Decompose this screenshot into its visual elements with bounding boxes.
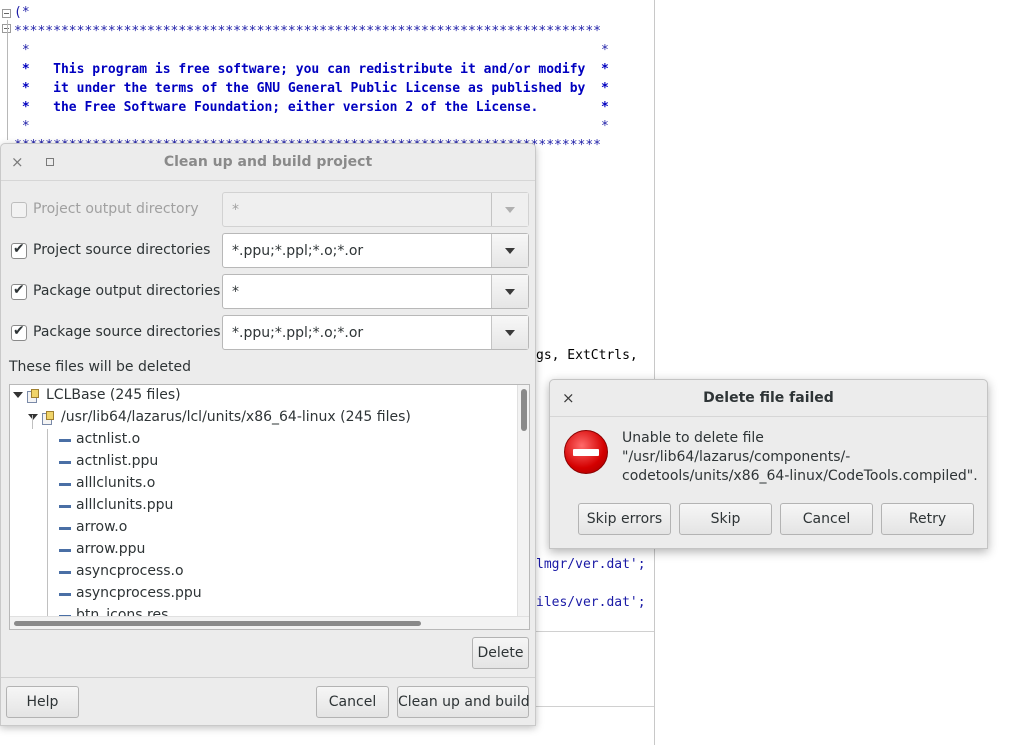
files-tree[interactable]: LCLBase (245 files) /usr/lib64/lazarus/l… xyxy=(9,384,530,630)
expand-arrow-icon[interactable] xyxy=(28,414,38,420)
combo-dropdown-button[interactable] xyxy=(491,275,528,308)
editor-right-margin xyxy=(654,0,655,745)
combo-dropdown-button[interactable] xyxy=(491,234,528,267)
scrollbar-thumb[interactable] xyxy=(14,621,421,626)
combo-value: * xyxy=(232,284,239,300)
skip-button[interactable]: Skip xyxy=(679,503,772,535)
code-line-7: * * xyxy=(14,119,609,134)
file-name: alllclunits.ppu xyxy=(76,497,174,513)
code-fragment-uses: gs, ExtCtrls, xyxy=(536,348,638,363)
error-dialog-titlebar[interactable]: × Delete file failed xyxy=(550,380,987,417)
option-label: Project output directory xyxy=(33,201,199,217)
tree-file[interactable]: arrow.ppu xyxy=(10,539,515,561)
error-message: Unable to delete file "/usr/lib64/lazaru… xyxy=(622,430,978,484)
file-icon xyxy=(59,461,71,464)
tree-file[interactable]: asyncprocess.o xyxy=(10,561,515,583)
combo-value: *.ppu;*.ppl;*.o;*.or xyxy=(232,325,364,341)
clean-up-and-build-button[interactable]: Clean up and build xyxy=(397,686,530,718)
package-output-combo[interactable]: * xyxy=(222,274,529,309)
tree-file[interactable]: arrow.o xyxy=(10,517,515,539)
cleanup-dialog: × Clean up and build project Project out… xyxy=(0,143,536,726)
tree-file[interactable]: actnlist.ppu xyxy=(10,451,515,473)
project-source-checkbox[interactable]: ✔ xyxy=(11,241,27,259)
files-to-delete-label: These files will be deleted xyxy=(9,359,191,375)
file-icon xyxy=(59,439,71,442)
stop-icon xyxy=(564,430,608,474)
file-name: asyncprocess.ppu xyxy=(76,585,202,601)
expand-arrow-icon[interactable] xyxy=(13,392,23,398)
package-source-combo[interactable]: *.ppu;*.ppl;*.o;*.or xyxy=(222,315,529,350)
folder-package-icon xyxy=(42,411,55,426)
code-line-1: (* xyxy=(14,5,30,20)
tree-node-directory[interactable]: /usr/lib64/lazarus/lcl/units/x86_64-linu… xyxy=(10,407,515,429)
tree-file[interactable]: alllclunits.ppu xyxy=(10,495,515,517)
combo-value: *.ppu;*.ppl;*.o;*.or xyxy=(232,243,364,259)
chevron-down-icon xyxy=(505,207,515,213)
dialog-title: Clean up and build project xyxy=(163,154,373,170)
file-icon xyxy=(59,505,71,508)
combo-value: * xyxy=(232,202,239,218)
fold-collapse-icon[interactable] xyxy=(2,9,11,18)
dialog-separator xyxy=(1,677,535,678)
editor-divider xyxy=(536,706,654,707)
help-button[interactable]: Help xyxy=(6,686,79,718)
file-name: asyncprocess.o xyxy=(76,563,184,579)
file-name: arrow.ppu xyxy=(76,541,146,557)
tree-vertical-scrollbar[interactable] xyxy=(517,385,529,617)
combo-dropdown-button[interactable] xyxy=(491,193,528,226)
tree-file[interactable]: actnlist.o xyxy=(10,429,515,451)
retry-button[interactable]: Retry xyxy=(881,503,974,535)
cancel-button[interactable]: Cancel xyxy=(316,686,389,718)
file-icon xyxy=(59,593,71,596)
tree-node-label: LCLBase (245 files) xyxy=(46,387,181,403)
combo-dropdown-button[interactable] xyxy=(491,316,528,349)
file-name: actnlist.ppu xyxy=(76,453,159,469)
scrollbar-thumb[interactable] xyxy=(521,389,527,431)
tree-file[interactable]: asyncprocess.ppu xyxy=(10,583,515,605)
file-name: actnlist.o xyxy=(76,431,141,447)
package-icon xyxy=(27,389,40,404)
fold-guide-line xyxy=(7,20,8,140)
cancel-button[interactable]: Cancel xyxy=(780,503,873,535)
code-fragment-ver-2: iles/ver.dat'; xyxy=(536,595,646,610)
package-output-checkbox[interactable]: ✔ xyxy=(11,282,27,300)
chevron-down-icon xyxy=(505,289,515,295)
skip-errors-button[interactable]: Skip errors xyxy=(578,503,671,535)
code-line-6: * the Free Software Foundation; either v… xyxy=(14,100,609,115)
code-fragment-ver-1: lmgr/ver.dat'; xyxy=(536,557,646,572)
tree-horizontal-scrollbar[interactable] xyxy=(10,616,529,629)
project-output-checkbox[interactable] xyxy=(11,202,27,218)
code-line-2: ****************************************… xyxy=(14,24,601,39)
tree-node-label: /usr/lib64/lazarus/lcl/units/x86_64-linu… xyxy=(61,409,411,425)
option-label: Package output directories xyxy=(33,283,221,299)
editor-divider xyxy=(536,631,654,632)
project-output-combo[interactable]: * xyxy=(222,192,529,227)
tree-guide-line xyxy=(32,415,33,429)
file-icon xyxy=(59,483,71,486)
cleanup-dialog-titlebar[interactable]: × Clean up and build project xyxy=(1,144,535,181)
package-source-checkbox[interactable]: ✔ xyxy=(11,323,27,341)
check-icon: ✔ xyxy=(13,323,25,339)
file-icon xyxy=(59,527,71,530)
file-name: arrow.o xyxy=(76,519,128,535)
file-icon xyxy=(59,571,71,574)
file-name: alllclunits.o xyxy=(76,475,156,491)
check-icon: ✔ xyxy=(13,282,25,298)
code-line-3: * * xyxy=(14,43,609,58)
file-icon xyxy=(59,549,71,552)
tree-node-root[interactable]: LCLBase (245 files) xyxy=(10,385,515,407)
delete-failed-dialog: × Delete file failed Unable to delete fi… xyxy=(549,379,988,549)
chevron-down-icon xyxy=(505,330,515,336)
tree-file[interactable]: alllclunits.o xyxy=(10,473,515,495)
code-line-5: * it under the terms of the GNU General … xyxy=(14,81,609,96)
project-source-combo[interactable]: *.ppu;*.ppl;*.o;*.or xyxy=(222,233,529,268)
option-label: Project source directories xyxy=(33,242,211,258)
dialog-title: Delete file failed xyxy=(703,390,834,406)
code-line-4: * This program is free software; you can… xyxy=(14,62,609,77)
chevron-down-icon xyxy=(505,248,515,254)
option-label: Package source directories xyxy=(33,324,221,340)
delete-button[interactable]: Delete xyxy=(472,637,529,669)
check-icon: ✔ xyxy=(13,241,25,257)
